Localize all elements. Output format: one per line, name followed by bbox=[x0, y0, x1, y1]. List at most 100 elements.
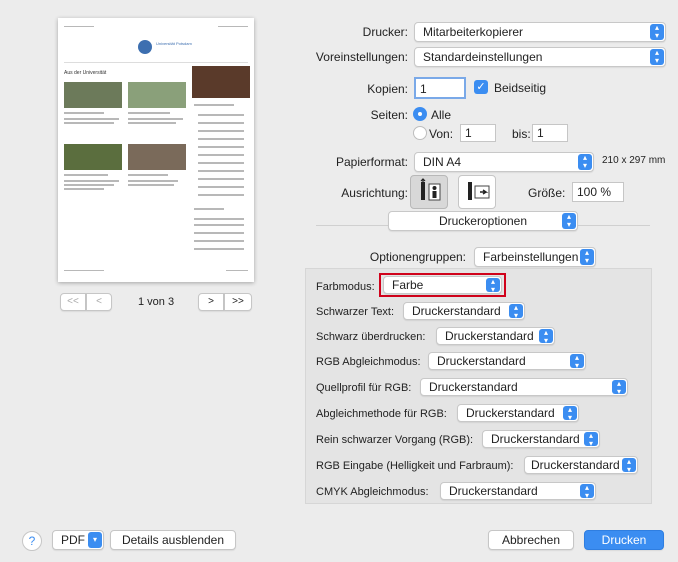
previous-page-button[interactable]: < bbox=[86, 293, 112, 311]
popup-arrows-icon: ▴ ▾ bbox=[578, 154, 592, 170]
paper-size-text: 210 x 297 mm bbox=[602, 155, 666, 166]
preview-header-line bbox=[218, 26, 248, 27]
preview-text bbox=[64, 174, 108, 176]
cancel-button[interactable]: Abbrechen bbox=[488, 530, 574, 550]
popup-arrows-icon: ▴ ▾ bbox=[580, 484, 594, 499]
option-label: Abgleichmethode für RGB: bbox=[316, 408, 447, 420]
preview-image bbox=[64, 144, 122, 170]
scale-input[interactable]: 100 % bbox=[572, 182, 624, 202]
option-value: Druckerstandard bbox=[445, 329, 534, 343]
cmyk-matching-select[interactable]: Druckerstandard ▴ ▾ bbox=[440, 482, 596, 500]
pages-all-radio[interactable] bbox=[413, 107, 427, 121]
preview-text bbox=[198, 178, 244, 180]
preview-text bbox=[198, 154, 244, 156]
landscape-orientation-button[interactable] bbox=[458, 175, 496, 209]
preview-text bbox=[128, 112, 170, 114]
preview-text bbox=[194, 232, 244, 234]
preview-text bbox=[194, 218, 244, 220]
presets-label: Voreinstellungen: bbox=[315, 50, 408, 64]
presets-value: Standardeinstellungen bbox=[423, 50, 543, 64]
orientation-label: Ausrichtung: bbox=[341, 186, 408, 200]
popup-arrows-icon: ▴ ▾ bbox=[584, 432, 598, 447]
color-mode-select[interactable]: Farbe ▴ ▾ bbox=[383, 276, 502, 294]
preview-text bbox=[194, 224, 244, 226]
preview-text bbox=[198, 114, 244, 116]
pages-all-label: Alle bbox=[431, 108, 452, 122]
pages-range-radio[interactable] bbox=[413, 126, 427, 140]
preview-site-title: Universität Potsdam bbox=[156, 41, 192, 46]
scale-label: Größe: bbox=[528, 186, 566, 200]
paper-label: Papierformat: bbox=[335, 155, 408, 169]
print-button[interactable]: Drucken bbox=[584, 530, 664, 550]
preview-image bbox=[192, 66, 250, 98]
option-label: Rein schwarzer Vorgang (RGB): bbox=[316, 434, 474, 446]
popup-arrows-icon: ▴ ▾ bbox=[562, 213, 576, 229]
last-page-button[interactable]: >> bbox=[224, 293, 252, 311]
paper-select[interactable]: DIN A4 ▴ ▾ bbox=[414, 152, 594, 172]
preview-text bbox=[64, 180, 119, 182]
presets-select[interactable]: Standardeinstellungen ▴ ▾ bbox=[414, 47, 666, 67]
preview-text bbox=[198, 162, 244, 164]
pages-from-label: Von: bbox=[429, 127, 454, 141]
section-select[interactable]: Druckeroptionen ▴ ▾ bbox=[388, 211, 578, 231]
option-label: RGB Abgleichmodus: bbox=[316, 356, 421, 368]
hide-details-button[interactable]: Details ausblenden bbox=[110, 530, 236, 550]
printer-select[interactable]: Mitarbeiterkopierer ▴ ▾ bbox=[414, 22, 666, 42]
rgb-matching-select[interactable]: Druckerstandard ▴ ▾ bbox=[428, 352, 586, 370]
university-logo-icon bbox=[138, 40, 152, 54]
option-label: Schwarz überdrucken: bbox=[316, 331, 426, 343]
paper-value: DIN A4 bbox=[423, 155, 462, 169]
popup-arrows-icon: ▴ ▾ bbox=[563, 406, 577, 421]
page-preview: Universität Potsdam Aus der Universität bbox=[58, 18, 254, 282]
option-value: Farbe bbox=[392, 278, 424, 292]
pdf-label: PDF bbox=[61, 533, 85, 547]
black-overprint-select[interactable]: Druckerstandard ▴ ▾ bbox=[436, 327, 555, 345]
preview-text bbox=[194, 248, 244, 250]
rgb-input-select[interactable]: Druckerstandard ▴ ▾ bbox=[524, 456, 638, 474]
pure-black-select[interactable]: Druckerstandard ▴ ▾ bbox=[482, 430, 600, 448]
portrait-icon bbox=[420, 178, 441, 201]
preview-footer-line bbox=[64, 270, 104, 271]
duplex-checkbox[interactable]: ✓ bbox=[474, 80, 488, 94]
pages-from-input[interactable]: 1 bbox=[460, 124, 496, 142]
option-value: Druckerstandard bbox=[531, 458, 620, 472]
chevron-down-icon: ▾ bbox=[88, 532, 102, 548]
first-page-button[interactable]: << bbox=[60, 293, 86, 311]
preview-text bbox=[64, 118, 119, 120]
option-groups-label: Optionengruppen: bbox=[369, 250, 466, 264]
preview-text bbox=[64, 112, 104, 114]
popup-arrows-icon: ▴ ▾ bbox=[486, 278, 500, 293]
portrait-orientation-button[interactable] bbox=[410, 175, 448, 209]
copies-input[interactable]: 1 bbox=[414, 77, 466, 99]
pages-label: Seiten: bbox=[370, 108, 408, 122]
preview-text bbox=[194, 208, 224, 210]
preview-text bbox=[198, 130, 244, 132]
preview-text bbox=[198, 186, 244, 188]
preview-text bbox=[194, 104, 234, 106]
option-label: RGB Eingabe (Helligkeit und Farbraum): bbox=[316, 460, 514, 472]
black-text-select[interactable]: Druckerstandard ▴ ▾ bbox=[403, 302, 525, 320]
pages-to-label: bis: bbox=[512, 127, 531, 141]
duplex-label: Beidseitig bbox=[494, 81, 547, 95]
help-button[interactable]: ? bbox=[22, 531, 42, 551]
pages-to-input[interactable]: 1 bbox=[532, 124, 568, 142]
preview-text bbox=[194, 240, 244, 242]
popup-arrows-icon: ▴ ▾ bbox=[580, 249, 594, 265]
preview-text bbox=[64, 122, 114, 124]
landscape-icon bbox=[468, 182, 490, 200]
option-groups-select[interactable]: Farbeinstellungen ▴ ▾ bbox=[474, 247, 596, 267]
option-value: Druckerstandard bbox=[412, 304, 501, 318]
printer-label: Drucker: bbox=[362, 25, 408, 39]
popup-arrows-icon: ▴ ▾ bbox=[612, 380, 626, 395]
preview-image bbox=[128, 144, 186, 170]
preview-text bbox=[198, 138, 244, 140]
preview-image bbox=[128, 82, 186, 108]
rgb-source-profile-select[interactable]: Druckerstandard ▴ ▾ bbox=[420, 378, 628, 396]
rgb-matching-method-select[interactable]: Druckerstandard ▴ ▾ bbox=[457, 404, 579, 422]
option-label: Farbmodus: bbox=[316, 281, 375, 293]
section-value: Druckeroptionen bbox=[438, 214, 528, 228]
next-page-button[interactable]: > bbox=[198, 293, 224, 311]
option-label: Quellprofil für RGB: bbox=[316, 382, 412, 394]
option-label: CMYK Abgleichmodus: bbox=[316, 486, 429, 498]
pdf-menu-button[interactable]: PDF ▾ bbox=[52, 530, 104, 550]
